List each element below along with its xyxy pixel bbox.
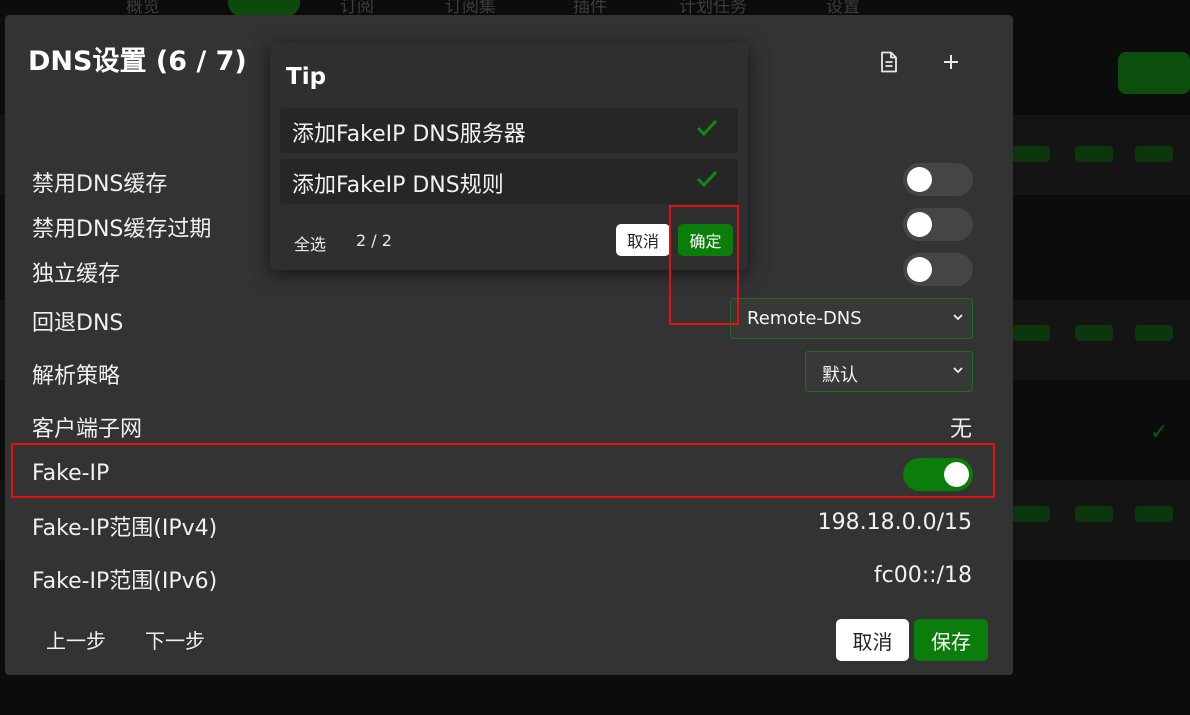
- document-icon[interactable]: [876, 49, 902, 75]
- fallback-dns-label: 回退DNS: [32, 311, 124, 336]
- background-placeholder: [1075, 506, 1113, 522]
- background-check-icon: ✓: [1150, 420, 1169, 445]
- background-placeholder: [1012, 325, 1050, 341]
- disable-dns-cache-label: 禁用DNS缓存: [32, 172, 168, 197]
- fallback-dns-value: Remote-DNS: [747, 308, 862, 329]
- tip-select-all-button[interactable]: 全选: [294, 231, 326, 255]
- background-nav-active-pill: [228, 0, 300, 16]
- chevron-down-icon: [953, 314, 963, 321]
- background-placeholder: [1075, 146, 1113, 162]
- plus-icon[interactable]: [938, 49, 964, 75]
- background-placeholder: [1012, 506, 1050, 522]
- independent-cache-label: 独立缓存: [32, 262, 121, 287]
- toggle-knob: [907, 257, 932, 282]
- dialog-title: DNS设置 (6 / 7): [28, 46, 247, 77]
- fake-ip-v4-value[interactable]: 198.18.0.0/15: [818, 510, 972, 535]
- background-nav: 概览 订阅 订阅集 插件 计划任务 设置: [0, 0, 1190, 17]
- prev-step-button[interactable]: 上一步: [46, 625, 106, 654]
- chevron-down-icon: [953, 367, 963, 374]
- tip-cancel-button[interactable]: 取消: [616, 224, 670, 256]
- fallback-dns-select[interactable]: Remote-DNS: [730, 298, 973, 339]
- background-button: [1118, 52, 1190, 94]
- cancel-button[interactable]: 取消: [836, 619, 909, 661]
- save-button[interactable]: 保存: [914, 619, 988, 661]
- toggle-knob: [907, 167, 932, 192]
- client-subnet-label: 客户端子网: [32, 417, 143, 442]
- checkmark-icon: [696, 119, 718, 137]
- next-step-button[interactable]: 下一步: [145, 625, 205, 654]
- disable-cache-expire-toggle[interactable]: [903, 208, 973, 241]
- client-subnet-value[interactable]: 无: [950, 411, 972, 443]
- fake-ip-v6-label: Fake-IP范围(IPv6): [32, 569, 218, 594]
- tip-selected-count: 2 / 2: [356, 231, 392, 250]
- tip-option-label: 添加FakeIP DNS规则: [292, 173, 504, 198]
- fake-ip-highlight-box: [11, 443, 995, 498]
- confirm-highlight-box: [669, 205, 739, 325]
- toggle-knob: [907, 212, 932, 237]
- disable-cache-expire-label: 禁用DNS缓存过期: [32, 217, 212, 242]
- resolve-strategy-value: 默认: [822, 365, 858, 386]
- resolve-strategy-label: 解析策略: [32, 364, 121, 389]
- background-placeholder: [1075, 325, 1113, 341]
- fake-ip-v4-label: Fake-IP范围(IPv4): [32, 516, 218, 541]
- tip-title: Tip: [286, 64, 327, 90]
- background-placeholder: [1135, 506, 1173, 522]
- background-placeholder: [1135, 325, 1173, 341]
- background-placeholder: [1012, 146, 1050, 162]
- tip-option-label: 添加FakeIP DNS服务器: [292, 122, 526, 147]
- resolve-strategy-select[interactable]: 默认: [805, 351, 973, 392]
- disable-dns-cache-toggle[interactable]: [903, 163, 973, 196]
- fake-ip-v6-value[interactable]: fc00::/18: [874, 563, 972, 588]
- background-placeholder: [1135, 146, 1173, 162]
- tip-option-fakeip-dns-server[interactable]: 添加FakeIP DNS服务器: [280, 108, 738, 153]
- tip-option-fakeip-dns-rule[interactable]: 添加FakeIP DNS规则: [280, 159, 738, 204]
- checkmark-icon: [696, 170, 718, 188]
- independent-cache-toggle[interactable]: [903, 253, 973, 286]
